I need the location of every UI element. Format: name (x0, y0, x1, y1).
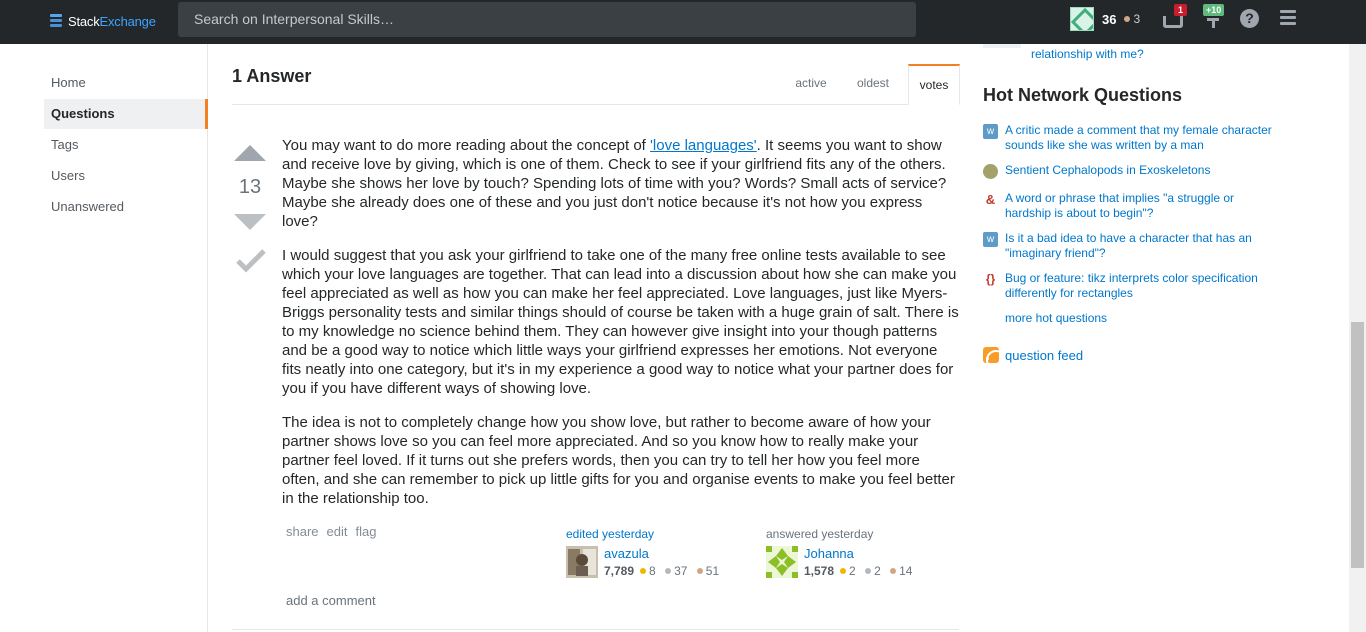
question-feed[interactable]: question feed (983, 347, 1083, 363)
love-languages-link[interactable]: 'love languages' (650, 137, 757, 154)
upvote-icon[interactable] (234, 145, 266, 161)
bronze-badge-icon (890, 568, 897, 574)
logo-stack: Stack (68, 13, 100, 29)
hnq-item: & A word or phrase that implies "a strug… (983, 191, 1283, 221)
rss-icon (983, 347, 999, 363)
top-bar: StackExchange 36 3 1 +10 ? (0, 0, 1366, 44)
help-icon[interactable]: ? (1240, 9, 1259, 28)
add-comment-link[interactable]: add a comment (286, 593, 376, 608)
site-switcher-icon[interactable] (1280, 10, 1296, 28)
nav-unanswered[interactable]: Unanswered (44, 192, 208, 222)
scrollbar-thumb[interactable] (1351, 322, 1364, 568)
tab-votes[interactable]: votes (908, 64, 960, 105)
nav-questions[interactable]: Questions (44, 99, 208, 129)
tex-site-icon: {} (985, 272, 996, 286)
question-feed-link[interactable]: question feed (1005, 348, 1083, 363)
stackexchange-logo-icon (50, 14, 62, 28)
hnq-item: w A critic made a comment that my female… (983, 123, 1283, 153)
bronze-badge-icon (1124, 16, 1131, 22)
editor-bronze: 51 (705, 564, 720, 578)
silver-badge-icon (865, 568, 872, 574)
worldbuilding-site-icon (983, 164, 998, 179)
author-silver: 2 (874, 564, 881, 578)
more-hot-questions-link[interactable]: more hot questions (1005, 311, 1107, 325)
author-reputation: 1,578 (804, 564, 835, 578)
hnq-link[interactable]: A word or phrase that implies "a struggl… (1005, 191, 1283, 221)
editor-avatar[interactable] (566, 546, 598, 578)
answers-header: 1 Answer active oldest votes (232, 44, 960, 105)
hnq-link[interactable]: Sentient Cephalopods in Exoskeletons (1005, 163, 1210, 179)
editor-silver: 37 (674, 564, 688, 578)
user-rep-group[interactable]: 36 3 (1070, 6, 1140, 32)
answer-paragraph-1: You may want to do more reading about th… (282, 136, 960, 231)
avatar[interactable] (1070, 7, 1094, 31)
editor-rep: 7,789 8 37 51 (604, 564, 719, 578)
accepted-check-icon (236, 249, 266, 273)
my-reputation: 36 (1102, 11, 1117, 27)
tab-active[interactable]: active (782, 64, 840, 105)
stackexchange-logo[interactable]: StackExchange (50, 11, 156, 31)
editor-signature: edited yesterday avazula 7,789 8 37 51 (566, 527, 766, 578)
hnq-item: w Is it a bad idea to have a character t… (983, 231, 1283, 261)
hnq-link[interactable]: A critic made a comment that my female c… (1005, 123, 1283, 153)
gold-badge-icon (840, 568, 847, 574)
my-bronze-count: 3 (1133, 12, 1141, 26)
hnq-item: {} Bug or feature: tikz interprets color… (983, 271, 1283, 301)
hnq-item: Sentient Cephalopods in Exoskeletons (983, 163, 1283, 179)
writing-site-icon: w (983, 124, 998, 139)
answered-timestamp: answered yesterday (766, 527, 874, 541)
nav-tags[interactable]: Tags (44, 130, 208, 160)
post-menu: share edit flag (286, 524, 376, 539)
vote-count: 13 (238, 176, 262, 198)
editor-name[interactable]: avazula (604, 546, 719, 561)
share-link[interactable]: share (286, 524, 319, 539)
author-name[interactable]: Johanna (804, 546, 912, 561)
author-gold: 2 (849, 564, 856, 578)
edit-link[interactable]: edit (327, 524, 348, 539)
bronze-badge-icon (696, 568, 703, 574)
p1-text-before: You may want to do more reading about th… (282, 137, 651, 154)
nav-home[interactable]: Home (44, 68, 208, 98)
linked-question-fragment (983, 44, 1021, 48)
silver-badge-icon (665, 568, 672, 574)
writing-site-icon: w (983, 232, 998, 247)
gold-badge-icon (640, 568, 647, 574)
author-avatar[interactable] (766, 546, 798, 578)
author-rep: 1,578 2 2 14 (804, 564, 912, 578)
answers-count: 1 Answer (232, 66, 312, 86)
editor-gold: 8 (649, 564, 656, 578)
answer-paragraph-3: The idea is not to completely change how… (282, 414, 955, 507)
search-input[interactable] (178, 2, 916, 37)
logo-text: StackExchange (68, 14, 156, 29)
author-signature: answered yesterday Johanna 1,578 2 2 14 (766, 527, 966, 578)
edited-timestamp[interactable]: edited yesterday (566, 527, 766, 541)
my-bronze-badges: 3 (1124, 12, 1140, 26)
achievements-count-badge[interactable]: +10 (1203, 4, 1225, 16)
left-sidebar: Home Questions Tags Users Unanswered (0, 44, 208, 632)
answer-paragraph-2: I would suggest that you ask your girlfr… (282, 247, 959, 397)
logo-exchange: Exchange (99, 13, 156, 29)
page-scrollbar[interactable] (1349, 44, 1366, 632)
hot-network-questions-title: Hot Network Questions (983, 85, 1183, 105)
english-site-icon: & (985, 192, 996, 207)
hnq-link[interactable]: Bug or feature: tikz interprets color sp… (1005, 271, 1283, 301)
linked-question-link[interactable]: relationship with me? (1031, 47, 1144, 61)
author-bronze: 14 (899, 564, 913, 578)
hnq-link[interactable]: Is it a bad idea to have a character tha… (1005, 231, 1283, 261)
divider (232, 629, 959, 630)
flag-link[interactable]: flag (356, 524, 377, 539)
inbox-count-badge[interactable]: 1 (1174, 4, 1188, 16)
editor-reputation: 7,789 (604, 564, 635, 578)
downvote-icon[interactable] (234, 214, 266, 230)
nav-users[interactable]: Users (44, 161, 208, 191)
tab-oldest[interactable]: oldest (844, 64, 902, 105)
